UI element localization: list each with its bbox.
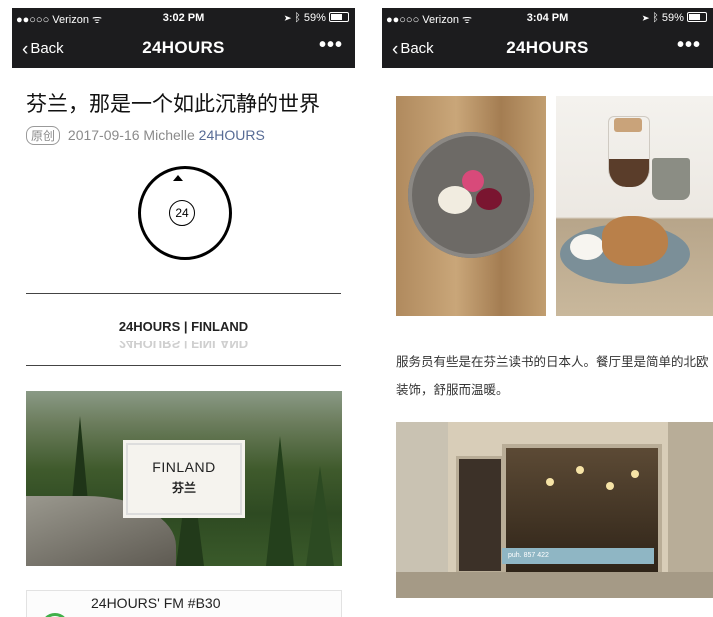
pot-collar-shape — [614, 118, 642, 132]
plate-shape — [408, 132, 534, 258]
article-meta: 原创 2017-09-16 Michelle 24HOURS — [26, 126, 265, 145]
nav-title: 24HOURS — [506, 38, 589, 57]
more-button[interactable]: ••• — [677, 34, 701, 57]
divider-bottom — [26, 365, 341, 366]
logo-pointer-icon — [173, 175, 183, 181]
bluetooth-icon: ᛒ — [652, 12, 659, 24]
lamp-shape — [631, 470, 639, 478]
cafe-sign: puh. 857 422 — [502, 548, 654, 564]
tree-shape — [306, 466, 334, 566]
logo-number: 24 — [169, 200, 195, 226]
status-right: ➤ ᛒ 59% — [643, 12, 707, 24]
battery-icon — [329, 12, 349, 22]
cream-shape — [570, 234, 604, 260]
bluetooth-icon: ᛒ — [294, 12, 301, 24]
battery-icon — [687, 12, 707, 22]
nav-bar: ‹ Back 24HOURS ••• — [382, 28, 713, 68]
steps-shape — [396, 572, 713, 598]
original-tag: 原创 — [26, 126, 61, 145]
tree-shape — [266, 436, 294, 566]
cafe-photo[interactable]: puh. 857 422 — [396, 422, 713, 598]
phone-screen-right: ●●○○○ Verizon ᯤ 3:04 PM ➤ ᛒ 59% ‹ Back 24… — [382, 8, 713, 617]
article-title: 芬兰，那是一个如此沉静的世界 — [26, 92, 320, 116]
coffee-photo[interactable] — [556, 96, 713, 316]
battery-percent: 59% — [303, 12, 326, 24]
lamp-shape — [606, 482, 614, 490]
macaron-shape — [462, 170, 484, 192]
door-shape — [456, 456, 504, 574]
author-name: Michelle — [143, 127, 195, 143]
brand-line: 24HOURS | FINLAND — [118, 319, 249, 334]
account-link[interactable]: 24HOURS — [199, 127, 265, 143]
berry-shape — [476, 188, 502, 210]
publish-date: 2017-09-16 — [67, 127, 140, 143]
more-button[interactable]: ••• — [319, 34, 343, 57]
location-icon: ➤ — [642, 12, 650, 24]
cup-shape — [652, 158, 690, 200]
phone-screen-left: ●●○○○ Verizon ᯤ 3:02 PM ➤ ᛒ 59% ‹ Back 24… — [12, 8, 355, 617]
brand-logo: 24 — [138, 166, 232, 260]
hero-title-zh: 芬兰 — [171, 481, 196, 495]
dessert-photo[interactable] — [396, 96, 546, 316]
location-icon: ➤ — [284, 12, 292, 24]
audio-card[interactable]: 24HOURS' FM #B30 — [26, 590, 342, 617]
cinnamon-bun-shape — [602, 216, 668, 266]
battery-percent: 59% — [661, 12, 684, 24]
lamp-shape — [546, 478, 554, 486]
brand-line-reflection: 24HOURS | FINLAND — [118, 341, 249, 351]
audio-title: 24HOURS' FM #B30 — [91, 595, 221, 611]
play-icon[interactable] — [41, 613, 69, 617]
hero-image[interactable]: FINLAND 芬兰 — [26, 391, 342, 566]
nav-bar: ‹ Back 24HOURS ••• — [12, 28, 355, 68]
status-right: ➤ ᛒ 59% — [285, 12, 349, 24]
finland-card: FINLAND 芬兰 — [126, 443, 242, 515]
hero-title-en: FINLAND — [152, 459, 216, 475]
status-bar: ●●○○○ Verizon ᯤ 3:02 PM ➤ ᛒ 59% — [12, 8, 355, 28]
divider-top — [26, 293, 341, 294]
article-paragraph: 服务员有些是在芬兰读书的日本人。餐厅里是简单的北欧装饰，舒服而温暖。 — [396, 354, 709, 397]
nav-title: 24HOURS — [142, 38, 225, 57]
status-bar: ●●○○○ Verizon ᯤ 3:04 PM ➤ ᛒ 59% — [382, 8, 713, 28]
lamp-shape — [576, 466, 584, 474]
